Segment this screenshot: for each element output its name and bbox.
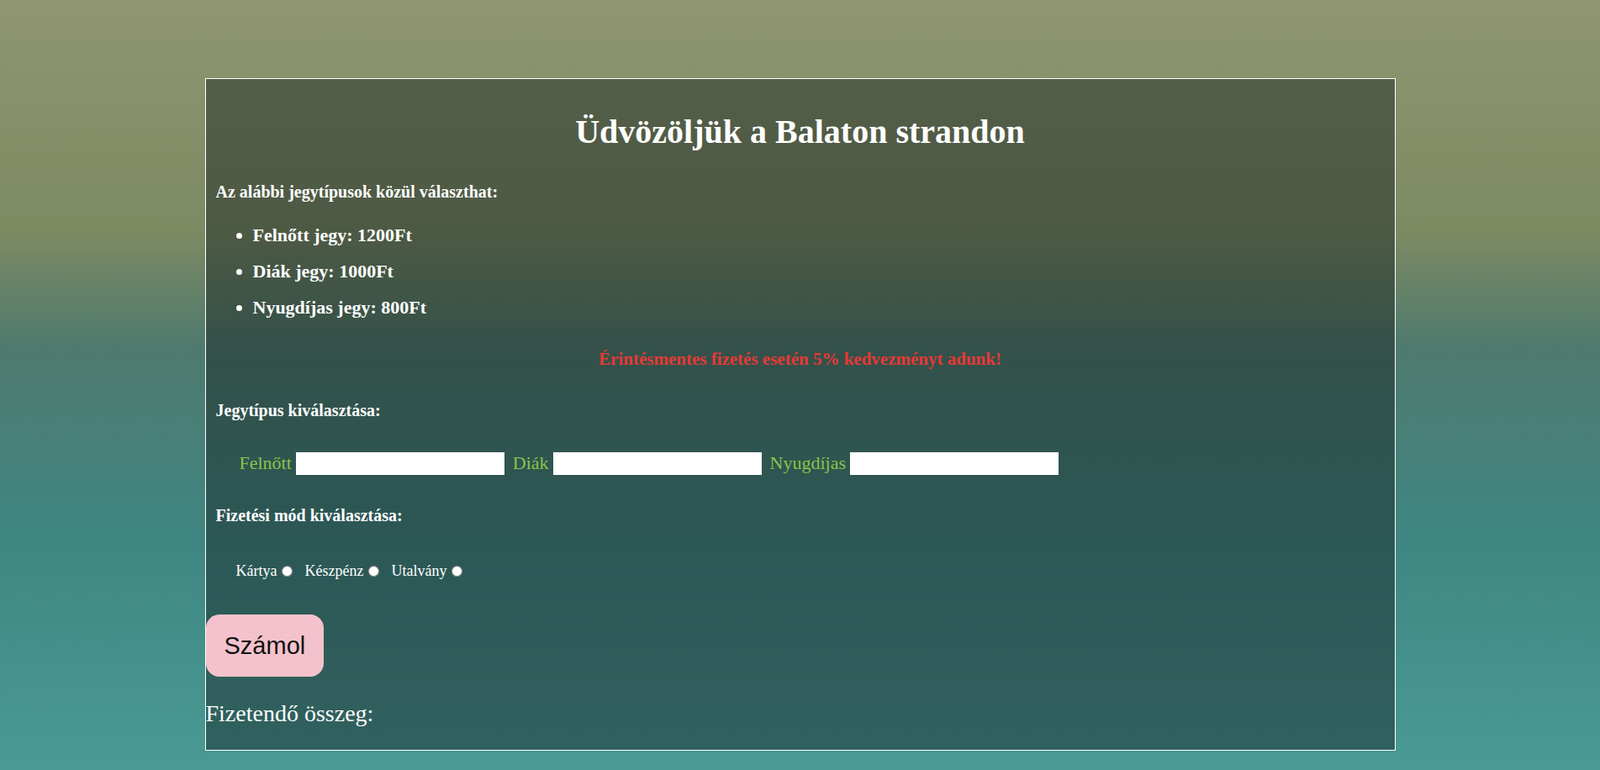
payment-options: Kártya Készpénz Utalvány (205, 560, 1395, 581)
ticket-list: Felnőtt jegy: 1200Ft Diák jegy: 1000Ft Nyu… (205, 222, 1395, 321)
payment-option[interactable]: Készpénz (304, 560, 380, 581)
ticket-item: Nyugdíjas jegy: 800Ft (253, 295, 1395, 321)
payment-radio[interactable] (281, 565, 293, 577)
main-panel: Üdvözöljük a Balaton strandon Az alábbi j… (205, 78, 1396, 751)
promo-text: Érintésmentes fizetés esetén 5% kedvezmé… (205, 348, 1395, 370)
ticket-count-input[interactable] (850, 452, 1059, 476)
payment-radio[interactable] (368, 565, 380, 577)
ticket-item: Diák jegy: 1000Ft (253, 258, 1395, 285)
ticket-count-input[interactable] (553, 452, 762, 476)
intro-text: Az alábbi jegytípusok közül választhat: (205, 181, 1395, 202)
page-title: Üdvözöljük a Balaton strandon (205, 111, 1395, 153)
payment-option-label: Készpénz (304, 560, 364, 581)
payment-option-label: Utalvány (390, 560, 447, 581)
total-label: Fizetendő összeg: (205, 700, 1395, 728)
payment-option-label: Kártya (236, 560, 278, 581)
ticket-field-label: Felnőtt (239, 450, 292, 476)
payment-option[interactable]: Utalvány (390, 560, 463, 581)
payment-radio[interactable] (451, 565, 463, 577)
ticket-count-input[interactable] (295, 452, 505, 476)
payment-section-label: Fizetési mód kiválasztása: (205, 505, 1395, 526)
ticket-field-label: Diák (512, 450, 550, 476)
ticket-fields: Felnőtt Diák Nyugdíjas (205, 450, 1395, 476)
ticket-section-label: Jegytípus kiválasztása: (205, 400, 1395, 421)
ticket-item: Felnőtt jegy: 1200Ft (253, 222, 1395, 249)
calculate-button[interactable]: Számol (205, 614, 325, 677)
ticket-field-label: Nyugdíjas (770, 450, 846, 476)
payment-option[interactable]: Kártya (236, 560, 294, 581)
background-photo: Üdvözöljük a Balaton strandon Az alábbi j… (0, 0, 1600, 770)
